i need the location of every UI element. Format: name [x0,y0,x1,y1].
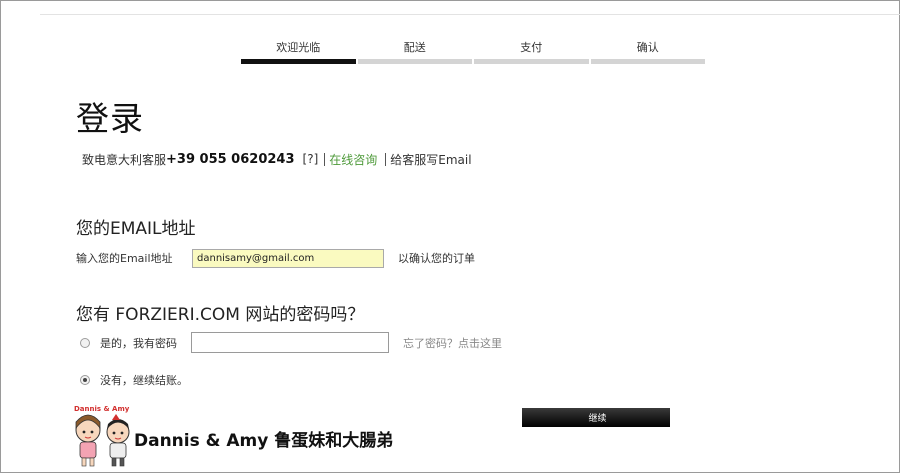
password-input[interactable] [191,332,389,353]
help-link[interactable]: [?] [303,152,319,166]
step-shipping: 配送 [357,40,472,64]
email-input[interactable] [192,248,384,268]
watermark: Dannis & Amy Dannis & Amy 鲁蛋妹和大腸弟 [72,402,402,468]
forgot-password-link[interactable]: 忘了密码？点击这里 [403,335,502,351]
step-label: 支付 [520,41,543,54]
phone-number: +39 055 0620243 [166,151,295,167]
step-bar [357,59,472,64]
contact-bar: 致电意大利客服 +39 055 0620243 [?] 在线咨询 给客服写Ema… [82,150,472,168]
logo-text: Dannis & Amy [74,405,130,413]
step-label: 欢迎光临 [276,41,321,54]
has-password-option[interactable]: 是的，我有密码 忘了密码？点击这里 [80,332,502,353]
checkout-steps: 欢迎光临 配送 支付 确认 [241,40,705,64]
step-label: 确认 [636,41,659,54]
page-title: 登录 [76,99,144,138]
step-bar [241,59,356,64]
step-label: 配送 [403,41,426,54]
step-confirm: 确认 [590,40,705,64]
step-welcome: 欢迎光临 [241,40,356,64]
divider [385,152,387,166]
email-section-heading: 您的EMAIL地址 [76,219,196,239]
top-strip [40,0,900,15]
password-section-heading: 您有 FORZIERI.COM 网站的密码吗？ [76,305,365,325]
email-support-link[interactable]: 给客服写Email [390,151,471,168]
divider [324,152,326,166]
continue-button[interactable]: 继续 [522,408,670,427]
has-password-label: 是的，我有密码 [100,336,177,350]
email-label: 输入您的Email地址 [76,252,173,265]
live-chat-link[interactable]: 在线咨询 [329,151,377,168]
contact-prefix: 致电意大利客服 [82,152,167,167]
step-bar [474,59,589,64]
step-payment: 支付 [474,40,589,64]
no-password-label: 没有，继续结账。 [100,374,188,387]
no-password-radio[interactable] [80,375,90,385]
watermark-logo: Dannis & Amy [74,405,130,467]
email-note: 以确认您的订单 [398,252,475,265]
watermark-text: Dannis & Amy 鲁蛋妹和大腸弟 [134,431,394,451]
has-password-radio[interactable] [80,337,90,348]
no-password-option[interactable]: 没有，继续结账。 [80,372,188,388]
email-row: 输入您的Email地址 以确认您的订单 [76,246,475,270]
step-bar [590,59,705,64]
